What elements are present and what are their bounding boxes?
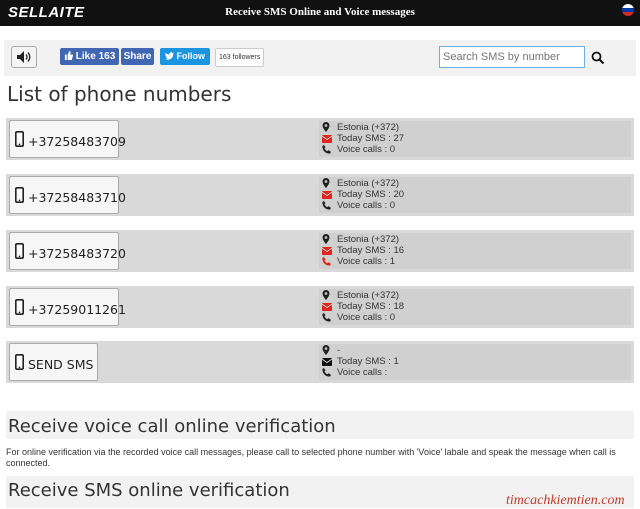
top-bar: SELLAITE Receive SMS Online and Voice me…	[0, 0, 640, 26]
send-sms-button[interactable]: SEND SMS	[9, 343, 98, 381]
send-sms-label: SEND SMS	[28, 357, 94, 372]
envelope-icon	[322, 358, 332, 366]
phone-number-row: +37258483710 Estonia (+372) Today SMS : 20…	[6, 174, 634, 216]
voice-calls-label: Voice calls :	[337, 367, 388, 378]
today-sms-label: Today SMS : 27	[337, 133, 405, 144]
voice-section-title: Receive voice call online verification	[8, 416, 336, 437]
map-marker-icon	[322, 345, 330, 355]
sms-section-title: Receive SMS online verification	[8, 480, 290, 501]
phone-number-label: +37258483709	[28, 134, 126, 149]
phone-icon	[322, 368, 331, 377]
phone-number-label: +37258483710	[28, 190, 126, 205]
phone-number-row: +37258483720 Estonia (+372) Today SMS : 16…	[6, 230, 634, 272]
watermark: timcachkiemtien.com	[506, 493, 625, 508]
today-sms-label: Today SMS : 20	[337, 189, 405, 200]
facebook-like-button[interactable]: Like 163	[60, 48, 120, 65]
twitter-bird-icon	[164, 52, 174, 60]
phone-number-info: Estonia (+372) Today SMS : 27 Voice calls …	[319, 121, 631, 157]
voice-section-text: For online verification via the recorded…	[6, 447, 616, 468]
phone-icon	[322, 201, 331, 210]
voice-calls-label: Voice calls : 0	[337, 200, 396, 211]
phone-icon	[322, 257, 331, 266]
mobile-phone-icon	[15, 299, 24, 315]
envelope-icon	[322, 247, 332, 255]
phone-icon	[322, 313, 331, 322]
list-title: List of phone numbers	[7, 82, 232, 106]
country-label: -	[337, 345, 341, 356]
followers-count: 163 followers	[215, 48, 265, 67]
map-marker-icon	[322, 178, 330, 188]
facebook-share-button[interactable]: Share	[121, 48, 154, 65]
send-sms-info: - Today SMS : 1 Voice calls :	[319, 344, 631, 380]
search-button[interactable]	[589, 48, 605, 66]
voice-calls-label: Voice calls : 1	[337, 256, 396, 267]
country-label: Estonia (+372)	[337, 178, 400, 189]
envelope-icon	[322, 191, 332, 199]
mobile-phone-icon	[15, 187, 24, 203]
phone-number-row: +37258483709 Estonia (+372) Today SMS : 27…	[6, 118, 634, 160]
envelope-icon	[322, 303, 332, 311]
map-marker-icon	[322, 290, 330, 300]
mobile-phone-icon	[15, 354, 24, 370]
voice-calls-label: Voice calls : 0	[337, 144, 396, 155]
country-label: Estonia (+372)	[337, 122, 400, 133]
search-icon	[591, 51, 605, 65]
speaker-button[interactable]	[11, 46, 37, 68]
phone-icon	[322, 145, 331, 154]
today-sms-label: Today SMS : 16	[337, 245, 405, 256]
map-marker-icon	[322, 122, 330, 132]
mobile-phone-icon	[15, 131, 24, 147]
send-sms-row: SEND SMS - Today SMS : 1 Voice calls :	[6, 341, 634, 383]
page-title: Receive SMS Online and Voice messages	[225, 6, 415, 18]
today-sms-label: Today SMS : 1	[337, 356, 399, 367]
map-marker-icon	[322, 234, 330, 244]
country-label: Estonia (+372)	[337, 290, 400, 301]
phone-number-info: Estonia (+372) Today SMS : 20 Voice calls …	[319, 177, 631, 213]
russia-flag-icon[interactable]	[622, 4, 634, 16]
phone-number-info: Estonia (+372) Today SMS : 16 Voice calls …	[319, 233, 631, 269]
envelope-icon	[322, 135, 332, 143]
speaker-icon	[17, 51, 31, 63]
phone-number-label: +37258483720	[28, 246, 126, 261]
phone-number-info: Estonia (+372) Today SMS : 18 Voice calls …	[319, 289, 631, 325]
mobile-phone-icon	[15, 243, 24, 259]
phone-number-button[interactable]: +37258483720	[9, 232, 126, 270]
phone-number-button[interactable]: +37258483710	[9, 176, 126, 214]
search-input[interactable]	[439, 46, 585, 68]
twitter-follow-button[interactable]: Follow	[160, 48, 210, 65]
voice-section-header: Receive voice call online verification	[6, 411, 634, 439]
today-sms-label: Today SMS : 18	[337, 301, 405, 312]
thumbs-up-icon	[64, 51, 74, 60]
phone-number-button[interactable]: +37258483709	[9, 120, 126, 158]
voice-calls-label: Voice calls : 0	[337, 312, 396, 323]
phone-number-row: +37259011261 Estonia (+372) Today SMS : 18…	[6, 286, 634, 328]
phone-number-button[interactable]: +37259011261	[9, 288, 126, 326]
phone-number-label: +37259011261	[28, 302, 126, 317]
country-label: Estonia (+372)	[337, 234, 400, 245]
